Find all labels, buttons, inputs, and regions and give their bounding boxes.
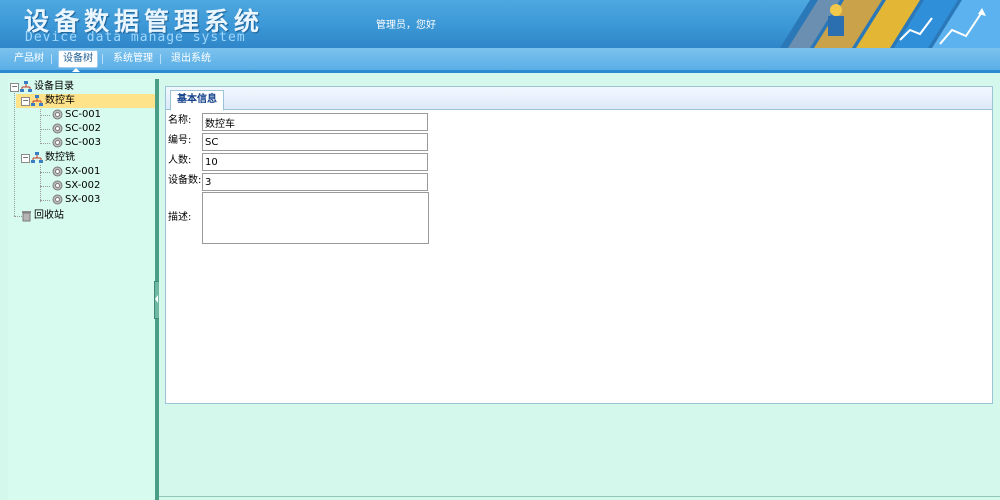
tree-guide-line xyxy=(40,107,41,144)
gear-icon xyxy=(52,137,63,148)
name-label: 名称: xyxy=(168,115,192,126)
tab-basic-info[interactable]: 基本信息 xyxy=(170,90,224,111)
tree-node-recycle-bin[interactable]: 回收站 xyxy=(8,209,148,223)
tree-node-device[interactable]: SC-001 xyxy=(44,108,144,122)
active-tab-pointer xyxy=(72,68,80,72)
description-label: 描述: xyxy=(168,212,192,223)
gear-icon xyxy=(52,109,63,120)
panel-tab-bar: 基本信息 xyxy=(166,87,992,111)
gear-icon xyxy=(52,123,63,134)
app-header: 设备数据管理系统 Device data manage system 管理员，您… xyxy=(0,0,1000,48)
device-count-label: 设备数: xyxy=(168,175,202,186)
name-field[interactable] xyxy=(202,113,428,131)
tree-label: 回收站 xyxy=(34,210,64,221)
tree-guide-line xyxy=(40,165,41,202)
welcome-text: 管理员，您好 xyxy=(376,20,436,31)
tree-node-device[interactable]: SX-002 xyxy=(44,179,144,193)
gear-icon xyxy=(52,194,63,205)
tree-label: 设备目录 xyxy=(34,81,74,92)
app-subtitle: Device data manage system xyxy=(25,30,246,45)
tree-label: SC-003 xyxy=(65,137,102,148)
headcount-label: 人数: xyxy=(168,155,192,166)
tree-label: SX-003 xyxy=(65,194,101,205)
main-nav: 产品树 设备树 系统管理 退出系统 xyxy=(0,48,1000,73)
nav-tab-exit-system[interactable]: 退出系统 xyxy=(167,51,215,67)
gear-icon xyxy=(52,180,63,191)
tree-label: SX-001 xyxy=(65,166,101,177)
description-field[interactable] xyxy=(202,192,429,244)
tree-label: 数控铣 xyxy=(45,152,75,163)
tree-node-group-lathe[interactable]: − 数控车 xyxy=(16,94,155,108)
collapse-toggle-icon[interactable]: − xyxy=(21,97,30,106)
folder-tree-icon xyxy=(31,152,43,163)
tree-node-device[interactable]: SX-003 xyxy=(44,193,144,207)
headcount-field[interactable] xyxy=(202,153,428,171)
device-tree-sidebar: − 设备目录 − 数控车 SC-001 SC-002 SC-003 − 数控铣 … xyxy=(8,79,156,500)
tree-node-device[interactable]: SC-002 xyxy=(44,122,144,136)
tree-node-group-mill[interactable]: − 数控铣 xyxy=(16,151,155,165)
tree-label: SX-002 xyxy=(65,180,101,191)
nav-tab-device-tree[interactable]: 设备树 xyxy=(58,50,98,68)
tree-label: SC-002 xyxy=(65,123,102,134)
nav-separator xyxy=(51,54,52,64)
tree-node-device[interactable]: SC-003 xyxy=(44,136,144,150)
nav-tab-product-tree[interactable]: 产品树 xyxy=(10,51,48,67)
folder-tree-icon xyxy=(20,81,32,92)
basic-info-panel: 基本信息 名称: 编号: 人数: 设备数: 描述: xyxy=(165,86,993,404)
footer-divider xyxy=(159,496,1000,497)
device-count-field[interactable] xyxy=(202,173,428,191)
nav-tab-system-management[interactable]: 系统管理 xyxy=(109,51,157,67)
header-banner-image xyxy=(780,0,1000,48)
code-label: 编号: xyxy=(168,135,192,146)
main-content: 基本信息 名称: 编号: 人数: 设备数: 描述: xyxy=(159,79,1000,500)
collapse-toggle-icon[interactable]: − xyxy=(21,154,30,163)
tree-guide-line xyxy=(14,93,15,216)
collapse-arrow-icon xyxy=(155,295,158,303)
tree-node-root[interactable]: − 设备目录 xyxy=(8,80,148,94)
collapse-toggle-icon[interactable]: − xyxy=(10,83,19,92)
folder-tree-icon xyxy=(31,95,43,106)
nav-separator xyxy=(160,54,161,64)
tree-node-device[interactable]: SX-001 xyxy=(44,165,144,179)
recycle-bin-icon xyxy=(22,211,31,222)
code-field[interactable] xyxy=(202,133,428,151)
nav-separator xyxy=(102,54,103,64)
tree-label: 数控车 xyxy=(45,95,75,106)
tree-label: SC-001 xyxy=(65,109,102,120)
gear-icon xyxy=(52,166,63,177)
